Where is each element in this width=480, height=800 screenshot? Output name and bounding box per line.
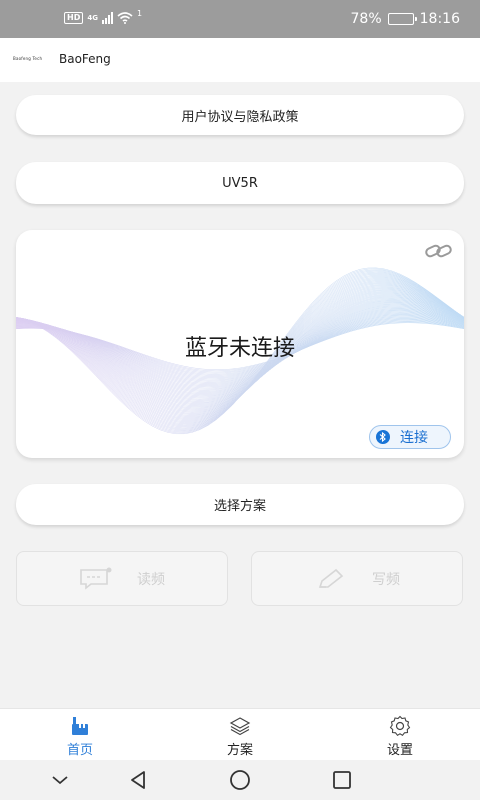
- nav-scheme-label: 方案: [226, 743, 253, 758]
- recents-icon[interactable]: [330, 768, 354, 792]
- connect-button[interactable]: 连接: [369, 425, 451, 449]
- agreement-button[interactable]: 用户协议与隐私政策: [16, 95, 464, 135]
- wifi-count: 1: [136, 8, 143, 18]
- nav-home-label: 首页: [66, 743, 93, 758]
- bluetooth-status-text: 蓝牙未连接: [184, 336, 295, 361]
- link-icon[interactable]: [424, 242, 454, 260]
- status-left: HD 4G 1: [64, 8, 143, 24]
- home-circle-icon[interactable]: [228, 768, 252, 792]
- bluetooth-status-card: 蓝牙未连接 连接: [16, 230, 464, 458]
- nav-settings[interactable]: 设置: [360, 715, 440, 758]
- app-logo: Baofeng Tech: [13, 56, 43, 61]
- home-icon: [72, 717, 88, 735]
- clock: 18:16: [419, 11, 460, 27]
- read-label: 读频: [137, 571, 165, 588]
- battery-percent: 78%: [350, 11, 382, 27]
- pen-icon: [318, 568, 344, 588]
- write-label: 写频: [372, 571, 400, 588]
- bluetooth-icon: [376, 430, 390, 444]
- app-title: BaoFeng: [59, 52, 111, 66]
- hd-badge: HD: [64, 12, 84, 24]
- system-nav-bar: [0, 760, 480, 800]
- signal-icon: [101, 12, 113, 24]
- bottom-nav: 首页 方案 设置: [0, 708, 480, 760]
- select-scheme-label: 选择方案: [213, 499, 266, 514]
- battery-icon: [387, 13, 417, 25]
- network-type: 4G: [87, 14, 98, 22]
- nav-home[interactable]: 首页: [40, 715, 120, 758]
- nav-settings-label: 设置: [386, 743, 413, 758]
- model-label: UV5R: [222, 175, 258, 191]
- layers-icon: [229, 717, 251, 736]
- message-icon: [80, 567, 112, 590]
- model-button[interactable]: UV5R: [16, 162, 464, 204]
- read-frequency-button[interactable]: 读频: [16, 551, 228, 606]
- status-right: 78% 18:16: [351, 11, 460, 27]
- connect-label: 连接: [400, 430, 428, 446]
- write-frequency-button[interactable]: 写频: [251, 551, 463, 606]
- app-header: Baofeng Tech BaoFeng: [0, 38, 480, 82]
- chevron-down-icon[interactable]: [48, 768, 72, 792]
- back-icon[interactable]: [126, 768, 150, 792]
- nav-scheme[interactable]: 方案: [200, 715, 280, 758]
- wifi-icon: [117, 12, 133, 24]
- gear-icon: [389, 715, 411, 737]
- status-bar: HD 4G 1 78% 18:16: [0, 0, 480, 38]
- agreement-label: 用户协议与隐私政策: [181, 109, 299, 125]
- select-scheme-button[interactable]: 选择方案: [16, 484, 464, 525]
